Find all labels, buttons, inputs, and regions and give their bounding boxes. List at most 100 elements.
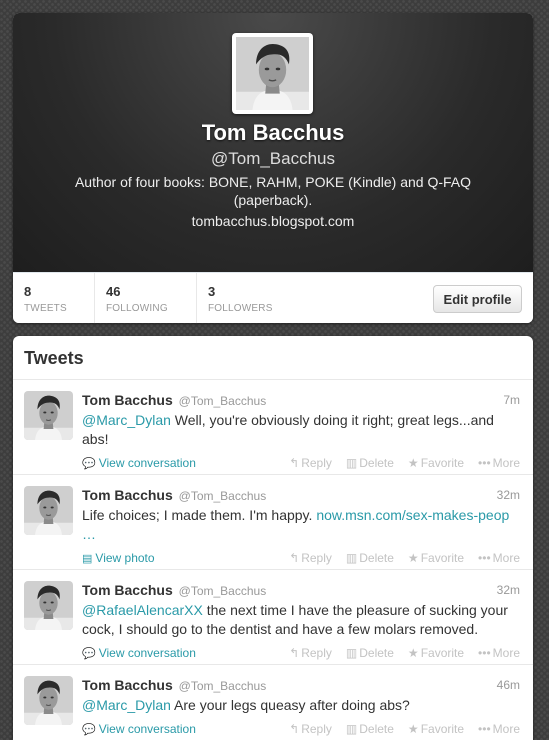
trash-icon: ▥ xyxy=(345,722,358,736)
stat-followers[interactable]: 3 FOLLOWERS xyxy=(197,273,297,323)
view-conversation-link[interactable]: 💬 View conversation xyxy=(82,456,196,470)
delete-action[interactable]: ▥ Delete xyxy=(346,456,394,470)
delete-label: Delete xyxy=(359,722,394,736)
tweets-heading: Tweets xyxy=(13,336,533,380)
delete-label: Delete xyxy=(359,646,394,660)
tweet-actions: ↰ Reply ▥ Delete ★ Favorite ••• More xyxy=(289,722,520,736)
tweet-text: @RafaelAlencarXX the next time I have th… xyxy=(82,601,522,639)
view-photo-link[interactable]: ▤ View photo xyxy=(82,551,155,565)
tweet-author-name[interactable]: Tom Bacchus xyxy=(82,487,173,503)
reply-icon: ↰ xyxy=(289,456,300,470)
profile-photo-icon xyxy=(24,581,73,630)
tweet-avatar[interactable] xyxy=(24,581,73,630)
tweet-author-handle[interactable]: @Tom_Bacchus xyxy=(179,394,267,408)
trash-icon: ▥ xyxy=(345,551,358,565)
profile-url-link[interactable]: tombacchus.blogspot.com xyxy=(13,213,533,229)
tweet-author-handle[interactable]: @Tom_Bacchus xyxy=(179,489,267,503)
trash-icon: ▥ xyxy=(345,646,358,660)
more-action[interactable]: ••• More xyxy=(478,722,520,736)
reply-icon: ↰ xyxy=(289,551,300,565)
star-icon: ★ xyxy=(407,551,419,565)
tweet-header: Tom Bacchus @Tom_Bacchus xyxy=(82,582,266,598)
favorite-action[interactable]: ★ Favorite xyxy=(408,722,464,736)
tweet-avatar[interactable] xyxy=(24,486,73,535)
reply-action[interactable]: ↰ Reply xyxy=(289,722,332,736)
speech-bubble-icon: 💬 xyxy=(82,458,96,470)
tweet-timestamp[interactable]: 32m xyxy=(497,488,520,502)
delete-action[interactable]: ▥ Delete xyxy=(346,646,394,660)
stat-tweets-label: TWEETS xyxy=(24,303,67,314)
ellipsis-icon: ••• xyxy=(478,722,491,736)
reply-action[interactable]: ↰ Reply xyxy=(289,646,332,660)
more-label: More xyxy=(492,456,520,470)
tweet-actions: ↰ Reply ▥ Delete ★ Favorite ••• More xyxy=(289,646,520,660)
tweet-header: Tom Bacchus @Tom_Bacchus xyxy=(82,487,266,503)
delete-label: Delete xyxy=(359,551,394,565)
tweet-avatar[interactable] xyxy=(24,391,73,440)
tweet-item[interactable]: Tom Bacchus @Tom_Bacchus 32m @RafaelAlen… xyxy=(13,570,533,665)
tweet-timestamp[interactable]: 46m xyxy=(497,678,520,692)
expand-label: View conversation xyxy=(98,456,196,470)
tweet-mention-link[interactable]: @RafaelAlencarXX xyxy=(82,602,203,618)
reply-label: Reply xyxy=(301,456,332,470)
tweet-avatar[interactable] xyxy=(24,676,73,725)
profile-photo-icon xyxy=(24,391,73,440)
tweet-author-name[interactable]: Tom Bacchus xyxy=(82,582,173,598)
tweet-mention-link[interactable]: @Marc_Dylan xyxy=(82,697,171,713)
favorite-action[interactable]: ★ Favorite xyxy=(408,551,464,565)
stat-tweets-count: 8 xyxy=(24,284,32,299)
delete-action[interactable]: ▥ Delete xyxy=(346,722,394,736)
tweet-item[interactable]: Tom Bacchus @Tom_Bacchus 7m @Marc_Dylan … xyxy=(13,380,533,475)
profile-handle: @Tom_Bacchus xyxy=(210,149,336,168)
favorite-action[interactable]: ★ Favorite xyxy=(408,456,464,470)
star-icon: ★ xyxy=(407,722,419,736)
profile-name: Tom Bacchus xyxy=(201,120,345,145)
stat-followers-count: 3 xyxy=(208,284,216,299)
more-label: More xyxy=(492,722,520,736)
tweet-author-handle[interactable]: @Tom_Bacchus xyxy=(179,584,267,598)
delete-label: Delete xyxy=(359,456,394,470)
favorite-label: Favorite xyxy=(420,456,465,470)
ellipsis-icon: ••• xyxy=(478,646,491,660)
delete-action[interactable]: ▥ Delete xyxy=(346,551,394,565)
tweet-author-handle[interactable]: @Tom_Bacchus xyxy=(179,679,267,693)
view-conversation-link[interactable]: 💬 View conversation xyxy=(82,722,196,736)
photo-icon: ▤ xyxy=(82,553,93,565)
tweet-timestamp[interactable]: 7m xyxy=(503,393,520,407)
reply-label: Reply xyxy=(301,551,332,565)
view-conversation-link[interactable]: 💬 View conversation xyxy=(82,646,196,660)
more-action[interactable]: ••• More xyxy=(478,551,520,565)
edit-profile-button[interactable]: Edit profile xyxy=(433,285,522,313)
tweet-mention-link[interactable]: @Marc_Dylan xyxy=(82,412,171,428)
tweet-author-name[interactable]: Tom Bacchus xyxy=(82,677,173,693)
star-icon: ★ xyxy=(407,646,419,660)
tweet-author-name[interactable]: Tom Bacchus xyxy=(82,392,173,408)
ellipsis-icon: ••• xyxy=(478,456,491,470)
speech-bubble-icon: 💬 xyxy=(82,648,96,660)
tweet-timestamp[interactable]: 32m xyxy=(497,583,520,597)
expand-label: View photo xyxy=(95,551,155,565)
stat-following[interactable]: 46 FOLLOWING xyxy=(95,273,197,323)
profile-photo-icon xyxy=(24,676,73,725)
tweets-card: Tweets Tom Bacchus @Tom_Bacchus 7m @Marc… xyxy=(13,336,533,740)
reply-action[interactable]: ↰ Reply xyxy=(289,456,332,470)
favorite-label: Favorite xyxy=(420,646,465,660)
tweet-item[interactable]: Tom Bacchus @Tom_Bacchus 46m @Marc_Dylan… xyxy=(13,665,533,740)
tweet-actions: ↰ Reply ▥ Delete ★ Favorite ••• More xyxy=(289,456,520,470)
expand-label: View conversation xyxy=(98,722,196,736)
more-action[interactable]: ••• More xyxy=(478,646,520,660)
tweet-item[interactable]: Tom Bacchus @Tom_Bacchus 32m Life choice… xyxy=(13,475,533,570)
profile-avatar[interactable] xyxy=(232,33,313,114)
profile-photo-icon xyxy=(236,37,309,110)
reply-label: Reply xyxy=(301,646,332,660)
favorite-action[interactable]: ★ Favorite xyxy=(408,646,464,660)
favorite-label: Favorite xyxy=(420,551,465,565)
reply-action[interactable]: ↰ Reply xyxy=(289,551,332,565)
stats-bar: 8 TWEETS 46 FOLLOWING 3 FOLLOWERS Edit p… xyxy=(13,272,533,323)
reply-icon: ↰ xyxy=(289,646,300,660)
star-icon: ★ xyxy=(407,456,419,470)
stat-followers-label: FOLLOWERS xyxy=(208,303,273,314)
more-action[interactable]: ••• More xyxy=(478,456,520,470)
stat-tweets[interactable]: 8 TWEETS xyxy=(13,273,95,323)
tweet-text: @Marc_Dylan Are your legs queasy after d… xyxy=(82,696,522,715)
